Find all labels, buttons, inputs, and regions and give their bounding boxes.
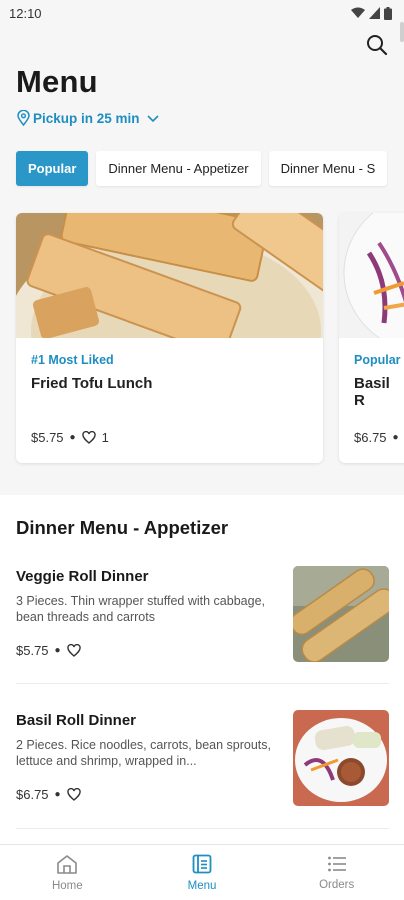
- search-button[interactable]: [364, 32, 390, 58]
- separator-dot: ●: [392, 432, 399, 443]
- tab-popular[interactable]: Popular: [16, 151, 89, 186]
- card-meta: $6.75 ●: [354, 430, 399, 445]
- wifi-icon: [351, 7, 365, 18]
- status-icons: [351, 6, 392, 20]
- nav-menu[interactable]: Menu: [135, 845, 270, 900]
- separator-dot: ●: [54, 789, 61, 800]
- status-time: 12:10: [9, 5, 42, 21]
- pickup-label: Pickup in 25 min: [33, 110, 140, 126]
- nav-orders-label: Orders: [319, 878, 355, 891]
- fried-tofu-image: [16, 213, 323, 338]
- pickup-selector[interactable]: Pickup in 25 min: [17, 110, 160, 126]
- heart-icon[interactable]: [66, 788, 81, 801]
- card-price: $6.75: [354, 430, 387, 445]
- orders-list-icon: [327, 856, 346, 871]
- signal-icon: [369, 7, 380, 19]
- tab-dinner-soup[interactable]: Dinner Menu - S: [268, 151, 388, 186]
- card-tag: Popular: [354, 353, 401, 367]
- separator-dot: ●: [54, 645, 61, 656]
- item-meta: $6.75 ●: [16, 787, 81, 802]
- heart-icon[interactable]: [66, 644, 81, 657]
- heart-icon[interactable]: [81, 431, 96, 444]
- item-price: $5.75: [16, 643, 49, 658]
- separator-dot: ●: [69, 432, 76, 443]
- menu-section-appetizer: Dinner Menu - Appetizer Veggie Roll Dinn…: [0, 495, 404, 845]
- item-name: Basil Roll Dinner: [16, 712, 137, 729]
- item-meta: $5.75 ●: [16, 643, 81, 658]
- menu-item-basil-roll[interactable]: Basil Roll Dinner 2 Pieces. Rice noodles…: [16, 710, 389, 828]
- card-tag: #1 Most Liked: [31, 353, 114, 367]
- card-price: $5.75: [31, 430, 64, 445]
- basil-roll-image: [293, 710, 389, 806]
- menu-book-icon: [192, 854, 212, 873]
- basil-roll-image: [339, 213, 404, 338]
- divider: [16, 683, 389, 684]
- card-title: Fried Tofu Lunch: [31, 375, 153, 392]
- tab-dinner-appetizer[interactable]: Dinner Menu - Appetizer: [96, 151, 261, 186]
- chevron-down-icon: [146, 115, 159, 123]
- featured-card-fried-tofu[interactable]: #1 Most Liked Fried Tofu Lunch $5.75 ● 1: [16, 213, 323, 463]
- battery-icon: [384, 6, 392, 20]
- card-likes: 1: [101, 430, 109, 445]
- divider: [16, 828, 389, 829]
- home-icon: [57, 854, 78, 874]
- section-title: Dinner Menu - Appetizer: [16, 517, 229, 538]
- veggie-roll-image: [293, 566, 389, 662]
- page-title: Menu: [16, 64, 98, 99]
- category-tabs: Popular Dinner Menu - Appetizer Dinner M…: [16, 151, 388, 186]
- card-meta: $5.75 ● 1: [31, 430, 109, 445]
- search-icon: [367, 35, 388, 56]
- nav-menu-label: Menu: [187, 879, 217, 892]
- scrollbar[interactable]: [400, 22, 404, 42]
- menu-item-veggie-roll[interactable]: Veggie Roll Dinner 3 Pieces. Thin wrappe…: [16, 566, 389, 684]
- status-bar: 12:10: [0, 0, 404, 26]
- item-name: Veggie Roll Dinner: [16, 568, 149, 585]
- featured-card-basil-roll[interactable]: Popular Basil R $6.75 ●: [339, 213, 404, 463]
- card-title: Basil R: [354, 375, 390, 409]
- nav-orders[interactable]: Orders: [269, 845, 404, 900]
- item-description: 3 Pieces. Thin wrapper stuffed with cabb…: [16, 594, 265, 624]
- item-price: $6.75: [16, 787, 49, 802]
- bottom-nav: Home Menu Orders: [0, 844, 404, 900]
- nav-home[interactable]: Home: [0, 845, 135, 900]
- nav-home-label: Home: [51, 879, 83, 892]
- item-description: 2 Pieces. Rice noodles, carrots, bean sp…: [16, 738, 271, 768]
- location-pin-icon: [17, 110, 30, 126]
